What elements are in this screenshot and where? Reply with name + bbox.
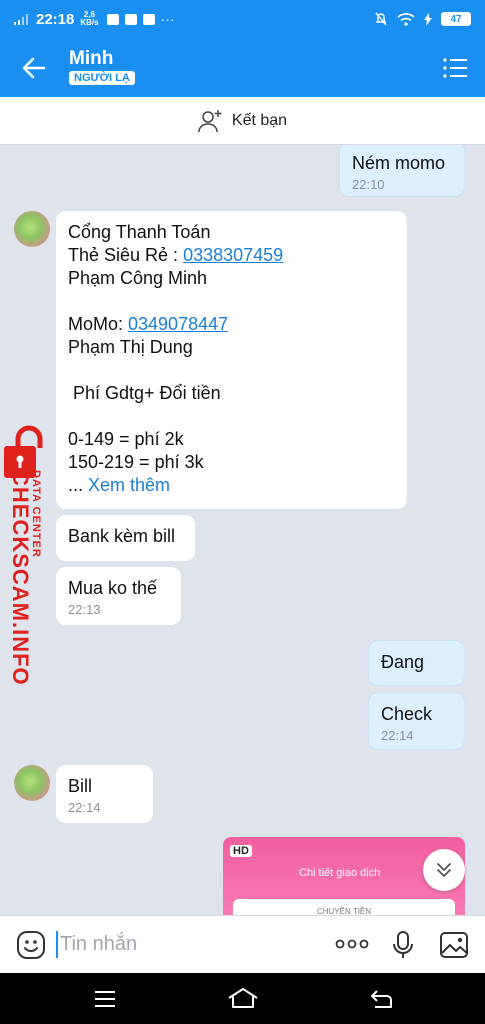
speed-unit: KB/s <box>80 18 99 27</box>
message-input[interactable]: Tin nhắn <box>56 931 137 958</box>
message-bubble[interactable]: Mua ko thế 22:13 <box>56 567 181 625</box>
microphone-icon[interactable] <box>392 930 414 960</box>
image-icon[interactable] <box>439 931 469 959</box>
wifi-icon <box>397 12 415 26</box>
prefix-text: ... <box>68 475 89 495</box>
avatar[interactable] <box>14 211 50 247</box>
message-bubble[interactable]: Bank kèm bill <box>56 515 195 561</box>
chevron-double-down-icon <box>437 863 451 877</box>
nav-home-icon[interactable] <box>227 987 259 1009</box>
message-bubble[interactable]: Bill 22:14 <box>56 765 153 823</box>
message-text: 0-149 = phí 2k <box>68 429 184 449</box>
add-friend-button[interactable]: Kết bạn <box>0 97 485 145</box>
message-text: Mua ko thế <box>68 578 158 598</box>
contact-name[interactable]: Minh <box>69 48 113 70</box>
scroll-down-button[interactable] <box>423 849 465 891</box>
status-time: 22:18 <box>36 10 75 28</box>
message-text: Cổng Thanh Toán <box>68 222 211 242</box>
mute-icon <box>375 12 387 26</box>
see-more-link[interactable]: Xem thêm <box>88 475 170 495</box>
watermark-subtext: DATA CENTER <box>30 470 42 558</box>
message-text: Phạm Thị Dung <box>68 337 193 357</box>
message-text: Đang <box>381 652 425 672</box>
message-bubble[interactable]: Check 22:14 <box>368 692 465 750</box>
phone-link[interactable]: 0338307459 <box>183 245 283 265</box>
message-bubble[interactable]: Cổng Thanh Toán Thẻ Siêu Rẻ : 0338307459… <box>56 211 407 509</box>
mail-icon <box>142 13 155 25</box>
more-notifications-icon: ··· <box>160 11 175 27</box>
message-time: 22:14 <box>68 800 101 815</box>
nav-back-icon[interactable] <box>369 989 393 1009</box>
avatar[interactable] <box>14 765 50 801</box>
network-speed: 2,6 KB/s <box>80 11 98 27</box>
message-text-line: ... Xem thêm <box>68 474 395 497</box>
message-text: Bill <box>68 776 93 796</box>
message-time: 22:10 <box>352 177 385 192</box>
message-bubble[interactable]: Đang <box>368 640 465 686</box>
system-icons: 47 <box>374 12 471 26</box>
message-text: Ném momo <box>352 153 446 173</box>
status-bar: 22:18 2,6 KB/s ··· 47 <box>0 0 485 38</box>
prefix-text: MoMo: <box>68 314 129 334</box>
message-text-line: MoMo: 0349078447 <box>68 313 395 336</box>
message-text: Phạm Công Minh <box>68 268 208 288</box>
image-card: CHUYỂN TIỀN <box>233 899 455 915</box>
emoji-icon[interactable] <box>16 930 46 960</box>
message-input-bar: Tin nhắn <box>0 915 485 973</box>
prefix-text: Thẻ Siêu Rẻ : <box>68 245 184 265</box>
phone-link[interactable]: 0349078447 <box>128 314 228 334</box>
menu-list-icon[interactable] <box>441 54 469 82</box>
message-text-line: Thẻ Siêu Rẻ : 0338307459 <box>68 244 395 267</box>
charging-icon <box>424 12 432 26</box>
message-time: 22:14 <box>381 728 414 743</box>
battery-indicator: 47 <box>441 12 471 26</box>
message-bubble[interactable]: Ném momo 22:10 <box>339 145 465 197</box>
add-friend-label: Kết bạn <box>231 111 288 129</box>
stranger-badge: NGƯỜI LẠ <box>69 71 135 85</box>
system-nav-bar <box>0 973 485 1024</box>
message-text: 150-219 = phí 3k <box>68 452 204 472</box>
message-time: 22:13 <box>68 602 101 617</box>
message-text: Phí Gdtg+ Đổi tiền <box>68 383 221 403</box>
message-text: Check <box>381 704 433 724</box>
add-user-icon <box>198 109 222 132</box>
chat-area[interactable]: Ném momo 22:10 Cổng Thanh Toán Thẻ Siêu … <box>0 145 485 915</box>
nav-menu-icon[interactable] <box>93 990 117 1008</box>
back-arrow-icon[interactable] <box>18 52 50 84</box>
hd-badge: HD <box>230 845 252 857</box>
signal-icon <box>14 14 28 25</box>
image-title: Chi tiết giao dịch <box>299 867 381 879</box>
chat-header: Minh NGƯỜI LẠ <box>0 38 485 97</box>
more-icon[interactable] <box>335 938 369 950</box>
notification-icons: ··· <box>106 11 175 27</box>
youtube-icon <box>124 13 137 25</box>
notification-icon <box>106 13 119 25</box>
message-text: Bank kèm bill <box>68 526 176 546</box>
